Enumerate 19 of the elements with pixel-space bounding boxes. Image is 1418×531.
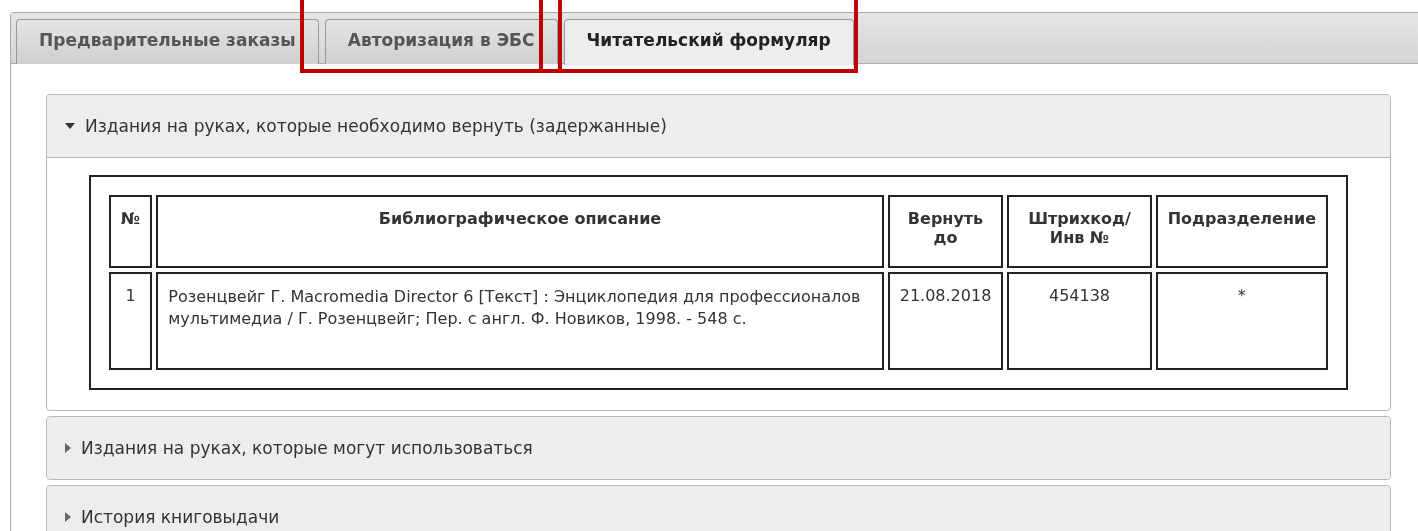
accordion-header[interactable]: История книговыдачи: [47, 486, 1390, 531]
table-cell: 21.08.2018: [887, 272, 1004, 370]
column-header: Вернуть до: [887, 195, 1004, 268]
column-header: Подразделение: [1155, 195, 1328, 268]
caret-right-icon: [65, 443, 71, 453]
table-cell: Розенцвейг Г. Macromedia Director 6 [Текст] : Энциклопедия для профессионалов мультимедиа / Г. Розенцвейг; Пер. с англ. Ф. Новиков, 1998. - 548 с.: [156, 272, 884, 370]
tab[interactable]: Читательский формуляр: [563, 19, 854, 65]
table-cell: 1: [109, 272, 153, 370]
table-cell: 454138: [1007, 272, 1152, 370]
tab[interactable]: Авторизация в ЭБС: [324, 19, 558, 64]
caret-down-icon: [65, 123, 75, 129]
table-cell: *: [1155, 272, 1328, 370]
column-header: Штрихкод/Инв №: [1007, 195, 1152, 268]
accordion-header[interactable]: Издания на руках, которые необходимо вернуть (задержанные): [47, 95, 1390, 158]
tab[interactable]: Предварительные заказы: [16, 19, 319, 64]
column-header: №: [109, 195, 153, 268]
column-header: Библиографическое описание: [156, 195, 884, 268]
caret-right-icon: [65, 512, 71, 522]
accordion-header[interactable]: Издания на руках, которые могут использоваться: [47, 417, 1390, 479]
